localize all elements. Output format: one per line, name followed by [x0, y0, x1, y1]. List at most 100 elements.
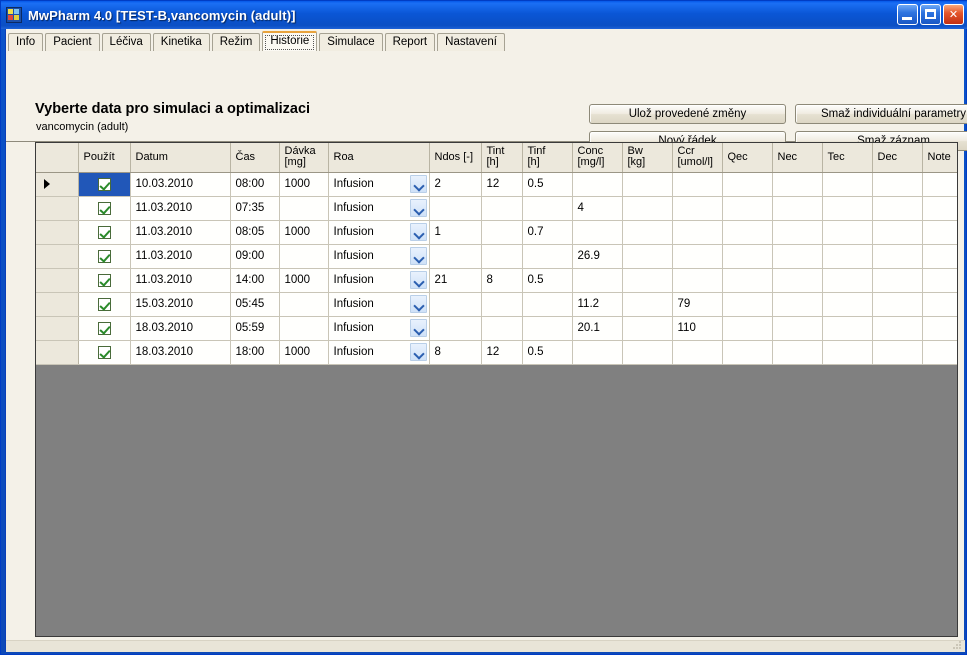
cell-tec[interactable] [822, 220, 873, 245]
cell-bw[interactable] [622, 340, 673, 365]
use-checkbox-cell[interactable] [78, 340, 131, 365]
roa-dropdown-cell[interactable]: Infusion [328, 268, 430, 293]
cell-tint[interactable]: 12 [481, 340, 523, 365]
table-row[interactable]: 11.03.2010 09:00 Infusion 26.9 [36, 244, 957, 269]
column-header-conc[interactable]: Conc [mg/l] [572, 143, 623, 173]
cell-conc[interactable] [572, 268, 623, 293]
cell-nec[interactable] [772, 316, 823, 341]
cell-ndos[interactable] [429, 196, 482, 221]
cell-bw[interactable] [622, 220, 673, 245]
cell-cas[interactable]: 14:00 [230, 268, 280, 293]
cell-datum[interactable]: 11.03.2010 [130, 220, 231, 245]
cell-note[interactable] [922, 172, 957, 197]
use-checkbox-cell[interactable] [78, 316, 131, 341]
cell-tint[interactable] [481, 244, 523, 269]
checkbox-checked-icon[interactable] [97, 345, 111, 359]
tab-nastaveni[interactable]: Nastavení [437, 33, 505, 51]
chevron-down-icon[interactable] [409, 342, 427, 361]
cell-conc[interactable]: 11.2 [572, 292, 623, 317]
table-row[interactable]: 11.03.2010 08:05 1000 Infusion 1 0.7 [36, 220, 957, 245]
use-checkbox-cell[interactable] [78, 196, 131, 221]
cell-davka[interactable]: 1000 [279, 340, 329, 365]
row-selector[interactable] [36, 316, 79, 341]
column-header-note[interactable]: Note [922, 143, 957, 173]
row-selector[interactable] [36, 172, 79, 197]
row-selector[interactable] [36, 244, 79, 269]
row-selector[interactable] [36, 340, 79, 365]
cell-tint[interactable]: 12 [481, 172, 523, 197]
checkbox-checked-icon[interactable] [97, 321, 111, 335]
cell-ndos[interactable]: 8 [429, 340, 482, 365]
row-selector[interactable] [36, 196, 79, 221]
cell-tinf[interactable] [522, 292, 573, 317]
column-header-tint[interactable]: Tint [h] [481, 143, 523, 173]
roa-dropdown-cell[interactable]: Infusion [328, 316, 430, 341]
column-header-tec[interactable]: Tec [822, 143, 873, 173]
cell-tinf[interactable] [522, 244, 573, 269]
cell-nec[interactable] [772, 172, 823, 197]
chevron-down-icon[interactable] [409, 246, 427, 265]
cell-tec[interactable] [822, 172, 873, 197]
column-header-pouzit[interactable]: Použít [78, 143, 131, 173]
cell-cas[interactable]: 05:59 [230, 316, 280, 341]
row-selector[interactable] [36, 268, 79, 293]
column-header-nec[interactable]: Nec [772, 143, 823, 173]
cell-ccr[interactable] [672, 340, 723, 365]
cell-datum[interactable]: 11.03.2010 [130, 268, 231, 293]
cell-davka[interactable]: 1000 [279, 268, 329, 293]
column-header-dec[interactable]: Dec [872, 143, 923, 173]
cell-davka[interactable] [279, 196, 329, 221]
cell-tint[interactable]: 8 [481, 268, 523, 293]
cell-conc[interactable] [572, 172, 623, 197]
cell-dec[interactable] [872, 340, 923, 365]
cell-ndos[interactable]: 1 [429, 220, 482, 245]
cell-davka[interactable] [279, 292, 329, 317]
chevron-down-icon[interactable] [409, 318, 427, 337]
cell-ccr[interactable]: 110 [672, 316, 723, 341]
table-row[interactable]: 11.03.2010 14:00 1000 Infusion 21 8 0.5 [36, 268, 957, 293]
cell-conc[interactable] [572, 220, 623, 245]
cell-tinf[interactable]: 0.7 [522, 220, 573, 245]
cell-qec[interactable] [722, 220, 773, 245]
cell-dec[interactable] [872, 316, 923, 341]
cell-qec[interactable] [722, 172, 773, 197]
column-header-roa[interactable]: Roa [328, 143, 430, 173]
tab-historie[interactable]: Historie [262, 31, 318, 51]
cell-ndos[interactable] [429, 316, 482, 341]
column-header-bw[interactable]: Bw [kg] [622, 143, 673, 173]
cell-ccr[interactable] [672, 220, 723, 245]
cell-bw[interactable] [622, 172, 673, 197]
cell-bw[interactable] [622, 292, 673, 317]
cell-bw[interactable] [622, 316, 673, 341]
use-checkbox-cell[interactable] [78, 244, 131, 269]
cell-ccr[interactable] [672, 244, 723, 269]
checkbox-checked-icon[interactable] [97, 273, 111, 287]
checkbox-checked-icon[interactable] [97, 201, 111, 215]
chevron-down-icon[interactable] [409, 222, 427, 241]
cell-note[interactable] [922, 196, 957, 221]
cell-tinf[interactable] [522, 316, 573, 341]
maximize-button[interactable] [920, 4, 941, 25]
cell-conc[interactable]: 4 [572, 196, 623, 221]
column-header-davka[interactable]: Dávka [mg] [279, 143, 329, 173]
row-selector[interactable] [36, 292, 79, 317]
cell-datum[interactable]: 15.03.2010 [130, 292, 231, 317]
cell-tinf[interactable]: 0.5 [522, 340, 573, 365]
cell-tint[interactable] [481, 316, 523, 341]
cell-tint[interactable] [481, 196, 523, 221]
cell-qec[interactable] [722, 244, 773, 269]
cell-davka[interactable]: 1000 [279, 172, 329, 197]
cell-conc[interactable]: 26.9 [572, 244, 623, 269]
column-header-tinf[interactable]: Tinf [h] [522, 143, 573, 173]
cell-tec[interactable] [822, 316, 873, 341]
use-checkbox-cell[interactable] [78, 292, 131, 317]
cell-nec[interactable] [772, 244, 823, 269]
cell-ndos[interactable]: 2 [429, 172, 482, 197]
cell-tec[interactable] [822, 340, 873, 365]
cell-qec[interactable] [722, 268, 773, 293]
table-row[interactable]: 10.03.2010 08:00 1000 Infusion 2 12 0.5 [36, 172, 957, 197]
cell-datum[interactable]: 18.03.2010 [130, 340, 231, 365]
cell-dec[interactable] [872, 244, 923, 269]
checkbox-checked-icon[interactable] [97, 297, 111, 311]
cell-ndos[interactable] [429, 244, 482, 269]
